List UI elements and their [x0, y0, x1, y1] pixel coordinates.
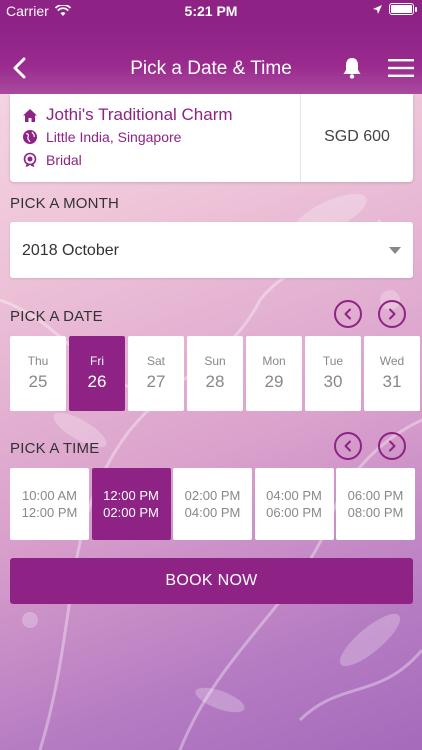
time-slot-end: 08:00 PM	[347, 505, 404, 520]
time-slot-tile[interactable]: 12:00 PM 02:00 PM	[91, 468, 171, 540]
time-slot-start: 10:00 AM	[22, 488, 77, 503]
date-tile[interactable]: Tue 30	[305, 336, 361, 411]
time-slot-start: 06:00 PM	[347, 488, 404, 503]
pick-time-label: PICK A TIME	[10, 440, 100, 457]
status-bar: Carrier 5:21 PM	[0, 0, 422, 22]
location-arrow-icon	[373, 4, 382, 14]
bell-icon[interactable]	[340, 56, 364, 80]
ribbon-icon	[23, 152, 37, 167]
date-day-of-week: Thu	[27, 354, 49, 368]
battery-icon	[389, 3, 417, 15]
date-day-number: 27	[146, 372, 166, 391]
chevron-right-icon	[389, 308, 396, 320]
time-slot-end: 04:00 PM	[184, 505, 241, 520]
time-slot-end: 12:00 PM	[21, 505, 78, 520]
date-day-of-week: Mon	[262, 354, 286, 368]
time-prev-button[interactable]	[334, 432, 362, 460]
hamburger-menu-icon[interactable]	[388, 58, 414, 78]
vendor-location: Little India, Singapore	[46, 129, 182, 145]
date-day-of-week: Fri	[90, 354, 104, 368]
vendor-name: Jothi's Traditional Charm	[46, 105, 233, 124]
date-day-number: 30	[323, 372, 343, 391]
date-day-of-week: Tue	[322, 354, 344, 368]
date-tile[interactable]: Wed 31	[364, 336, 420, 411]
vendor-category: Bridal	[46, 152, 82, 168]
month-dropdown[interactable]: 2018 October	[10, 222, 413, 278]
date-day-number: 28	[205, 372, 225, 391]
month-selected-value: 2018 October	[22, 242, 119, 259]
nav-bar: Pick a Date & Time	[0, 22, 422, 94]
book-now-button[interactable]: BOOK NOW	[10, 558, 413, 604]
time-slot-start: 02:00 PM	[184, 488, 241, 503]
vendor-price: SGD 600	[324, 128, 390, 145]
date-tile[interactable]: Thu 25	[10, 336, 66, 411]
vendor-card: Jothi's Traditional Charm Little India, …	[10, 94, 413, 182]
content: Jothi's Traditional Charm Little India, …	[0, 0, 422, 750]
chevron-right-icon	[389, 440, 396, 452]
time-slot-start: 04:00 PM	[266, 488, 322, 503]
globe-icon	[23, 130, 37, 144]
date-day-of-week: Sun	[204, 354, 226, 368]
vendor-name-row: Jothi's Traditional Charm	[22, 105, 233, 125]
pick-month-label: PICK A MONTH	[10, 195, 120, 212]
date-day-number: 26	[87, 372, 107, 391]
vendor-location-row: Little India, Singapore	[22, 129, 181, 145]
date-tile[interactable]: Fri 26	[69, 336, 125, 411]
date-tile[interactable]: Sun 28	[187, 336, 243, 411]
status-right-group	[372, 3, 417, 15]
date-tile[interactable]: Mon 29	[246, 336, 302, 411]
pick-date-label: PICK A DATE	[10, 308, 103, 325]
date-next-button[interactable]	[378, 300, 406, 328]
time-slot-tile[interactable]: 06:00 PM 08:00 PM	[336, 468, 415, 540]
date-day-number: 29	[264, 372, 284, 391]
date-day-number: 31	[382, 372, 402, 391]
time-slot-start: 12:00 PM	[103, 488, 159, 503]
date-tile[interactable]: Sat 27	[128, 336, 184, 411]
chevron-left-icon	[344, 308, 351, 320]
chevron-left-icon	[344, 440, 351, 452]
vendor-category-row: Bridal	[22, 152, 82, 168]
dropdown-caret-icon	[389, 247, 401, 254]
date-day-of-week: Sat	[146, 354, 165, 368]
time-next-button[interactable]	[378, 432, 406, 460]
date-day-of-week: Wed	[379, 354, 405, 368]
date-prev-button[interactable]	[334, 300, 362, 328]
time-slot-end: 06:00 PM	[266, 505, 322, 520]
time-slot-tile[interactable]: 02:00 PM 04:00 PM	[173, 468, 252, 540]
date-day-number: 25	[28, 372, 48, 391]
time-slot-tile[interactable]: 10:00 AM 12:00 PM	[10, 468, 89, 540]
time-slot-end: 02:00 PM	[103, 505, 159, 520]
home-icon	[23, 108, 37, 122]
status-time: 5:21 PM	[184, 3, 238, 19]
time-slot-tile[interactable]: 04:00 PM 06:00 PM	[254, 468, 334, 540]
